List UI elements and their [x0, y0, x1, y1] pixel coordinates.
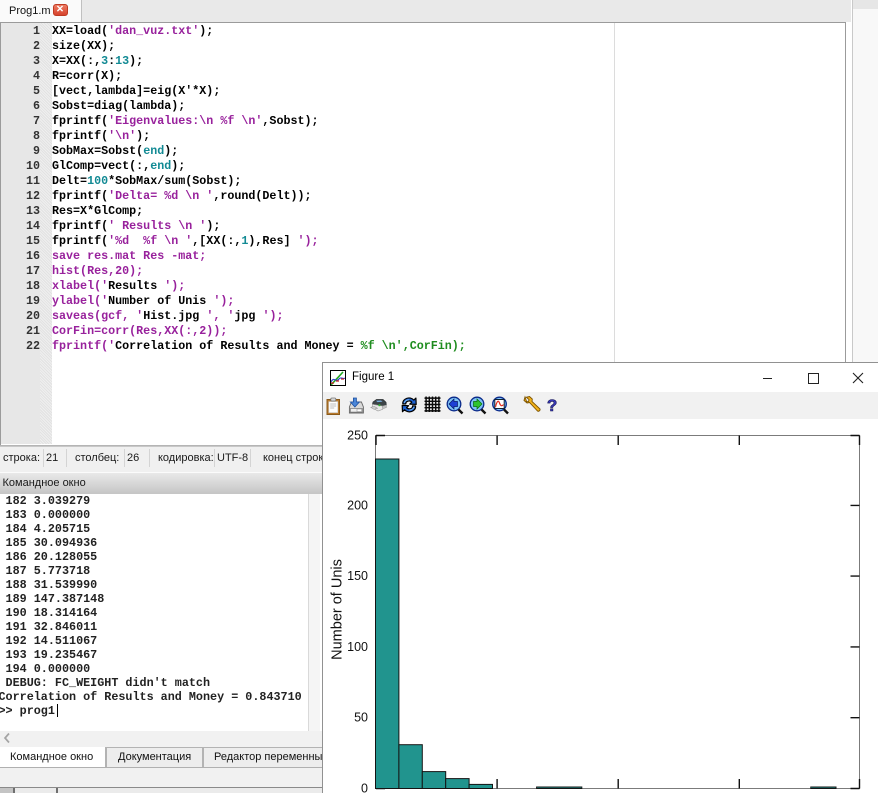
svg-text:100: 100	[347, 640, 368, 654]
svg-text:Number of Unis: Number of Unis	[330, 559, 346, 660]
svg-text:200: 200	[347, 498, 368, 512]
svg-text:50: 50	[354, 711, 368, 725]
svg-text:150: 150	[347, 569, 368, 583]
svg-text:?: ?	[547, 396, 557, 415]
svg-text:0: 0	[361, 782, 368, 794]
svg-text:250: 250	[347, 429, 368, 443]
